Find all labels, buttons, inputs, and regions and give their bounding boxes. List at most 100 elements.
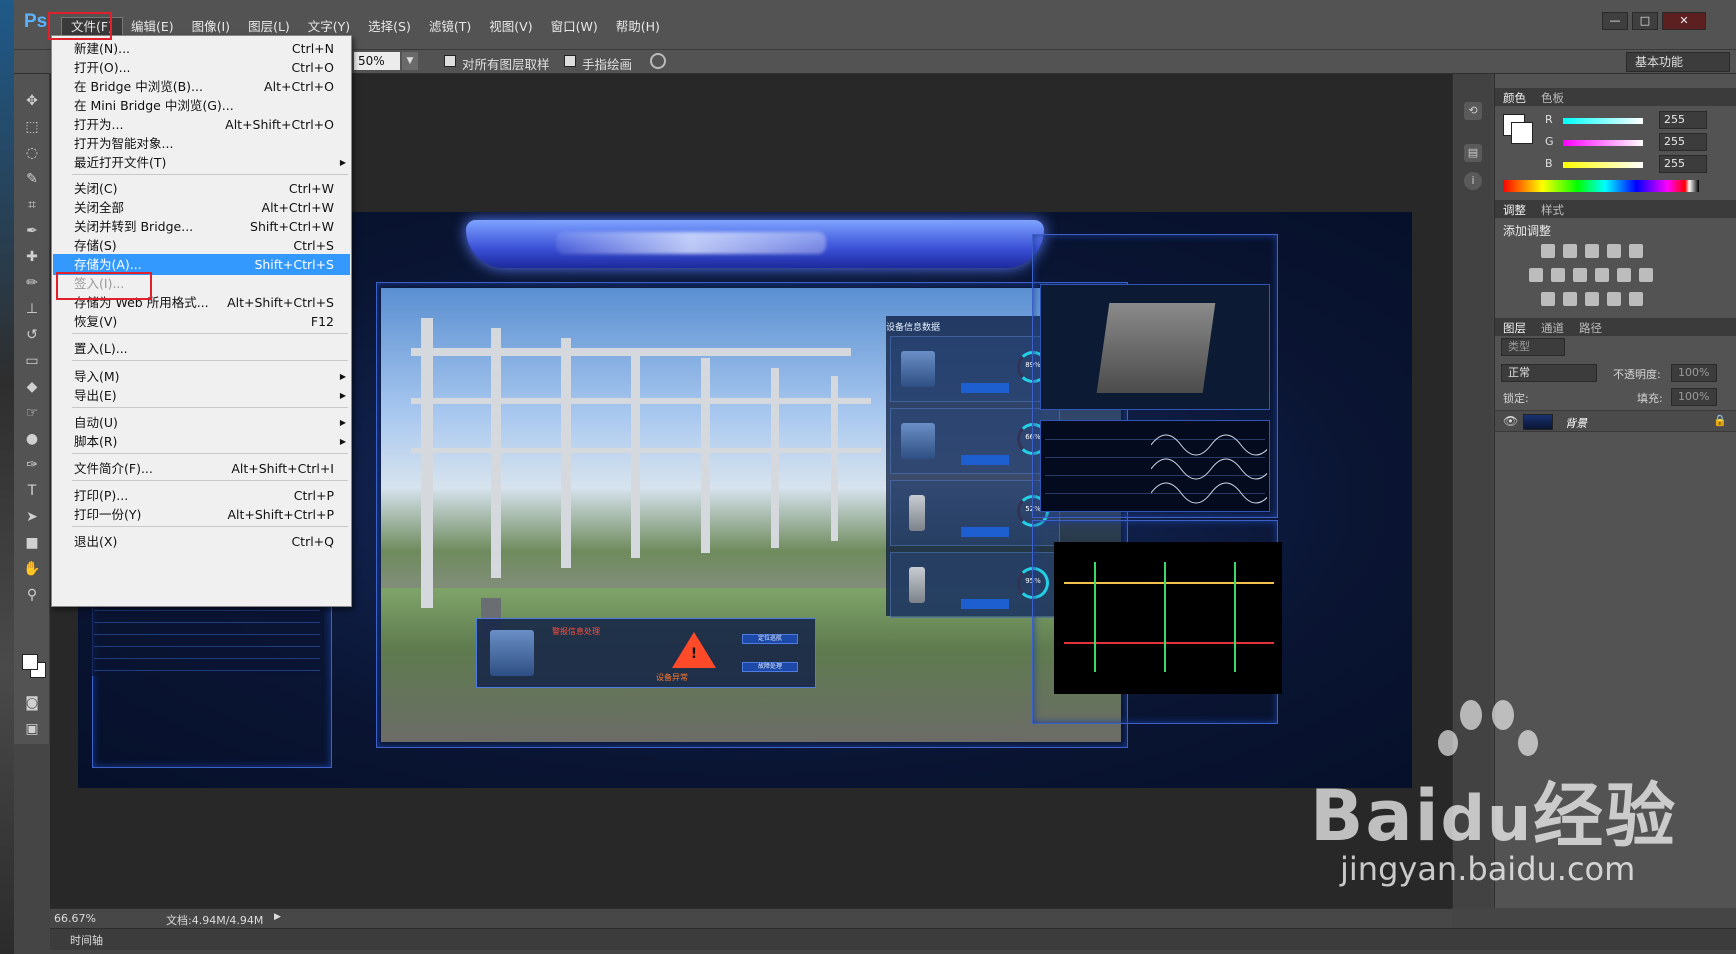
healing-tool-icon[interactable]: ✚	[22, 248, 42, 266]
brightness-icon[interactable]	[1541, 244, 1555, 258]
red-value-input[interactable]: 255	[1659, 111, 1707, 129]
quick-mask-icon[interactable]: ◙	[22, 694, 42, 712]
menu-new[interactable]: 新建(N)... Ctrl+N	[53, 38, 350, 59]
menu-browse-mini-bridge[interactable]: 在 Mini Bridge 中浏览(G)...	[53, 95, 350, 116]
color-spectrum[interactable]	[1503, 180, 1699, 192]
info-panel-icon[interactable]: i	[1464, 172, 1482, 190]
menu-window[interactable]: 窗口(W)	[542, 18, 607, 36]
black-white-icon[interactable]	[1573, 268, 1587, 282]
channel-mixer-icon[interactable]	[1617, 268, 1631, 282]
timeline-label[interactable]: 时间轴	[70, 932, 103, 948]
menu-place[interactable]: 置入(L)...	[53, 338, 350, 359]
menu-edit[interactable]: 编辑(E)	[122, 18, 183, 36]
menu-open-smart-object[interactable]: 打开为智能对象...	[53, 133, 350, 154]
menu-open-as[interactable]: 打开为... Alt+Shift+Ctrl+O	[53, 114, 350, 135]
workspace-select[interactable]: 基本功能	[1626, 52, 1730, 72]
color-balance-icon[interactable]	[1551, 268, 1565, 282]
menu-close[interactable]: 关闭(C) Ctrl+W	[53, 178, 350, 199]
smudge-tool-icon[interactable]: ☞	[22, 404, 42, 422]
finger-paint-checkbox[interactable]	[564, 55, 576, 67]
menu-file-info[interactable]: 文件简介(F)... Alt+Shift+Ctrl+I	[53, 458, 350, 479]
menu-import[interactable]: 导入(M) ▶	[53, 366, 350, 387]
zoom-tool-icon[interactable]: ⚲	[22, 586, 42, 604]
device-locate-button[interactable]	[961, 383, 1009, 393]
shape-tool-icon[interactable]: ■	[22, 534, 42, 552]
hue-saturation-icon[interactable]	[1529, 268, 1543, 282]
menu-type[interactable]: 文字(Y)	[299, 18, 359, 36]
menu-browse-bridge[interactable]: 在 Bridge 中浏览(B)... Alt+Ctrl+O	[53, 76, 350, 97]
quick-select-tool-icon[interactable]: ✎	[22, 170, 42, 188]
zoom-dropdown-icon[interactable]: ▼	[402, 52, 418, 70]
posterize-icon[interactable]	[1563, 292, 1577, 306]
menu-view[interactable]: 视图(V)	[480, 18, 541, 36]
slider-green[interactable]: G 255	[1503, 132, 1731, 152]
device-locate-button[interactable]	[961, 527, 1009, 537]
sample-all-layers-checkbox[interactable]	[444, 55, 456, 67]
menu-export[interactable]: 导出(E) ▶	[53, 385, 350, 406]
menu-print[interactable]: 打印(P)... Ctrl+P	[53, 485, 350, 506]
opacity-input[interactable]: 100%	[1671, 364, 1717, 382]
hand-tool-icon[interactable]: ✋	[22, 560, 42, 578]
blue-value-input[interactable]: 255	[1659, 155, 1707, 173]
vibrance-icon[interactable]	[1629, 244, 1643, 258]
tab-color[interactable]: 颜色	[1503, 90, 1526, 106]
menu-scripts[interactable]: 脚本(R) ▶	[53, 431, 350, 452]
menu-automate[interactable]: 自动(U) ▶	[53, 412, 350, 433]
crop-tool-icon[interactable]: ⌗	[22, 196, 42, 214]
menu-close-all[interactable]: 关闭全部 Alt+Ctrl+W	[53, 197, 350, 218]
menu-exit[interactable]: 退出(X) Ctrl+Q	[53, 531, 350, 552]
layer-filter-select[interactable]: 类型	[1501, 338, 1565, 356]
selective-color-icon[interactable]	[1607, 292, 1621, 306]
minimize-button[interactable]: —	[1602, 12, 1628, 30]
menu-help[interactable]: 帮助(H)	[607, 18, 669, 36]
menu-filter[interactable]: 滤镜(T)	[420, 18, 480, 36]
layer-row-background[interactable]: 👁 背景 🔒	[1495, 410, 1736, 432]
menu-image[interactable]: 图像(I)	[183, 18, 239, 36]
stamp-tool-icon[interactable]: ⊥	[22, 300, 42, 318]
menu-revert[interactable]: 恢复(V) F12	[53, 311, 350, 332]
maximize-button[interactable]: □	[1632, 12, 1658, 30]
close-button[interactable]: ✕	[1662, 12, 1706, 30]
invert-icon[interactable]	[1541, 292, 1555, 306]
history-brush-tool-icon[interactable]: ↺	[22, 326, 42, 344]
menu-close-go-bridge[interactable]: 关闭并转到 Bridge... Shift+Ctrl+W	[53, 216, 350, 237]
foreground-color-swatch[interactable]	[22, 654, 38, 670]
fault-handle-button[interactable]: 故障处理	[742, 662, 798, 672]
path-select-tool-icon[interactable]: ➤	[22, 508, 42, 526]
slider-red[interactable]: R 255	[1503, 110, 1731, 130]
menu-open[interactable]: 打开(O)... Ctrl+O	[53, 57, 350, 78]
green-value-input[interactable]: 255	[1659, 133, 1707, 151]
menu-save[interactable]: 存储(S) Ctrl+S	[53, 235, 350, 256]
canvas-area[interactable]: 设备信息数据 89% 66% 52% 95% 警报信息处理 ! 设备异常 定位巡…	[50, 35, 1452, 908]
curves-icon[interactable]	[1585, 244, 1599, 258]
history-panel-icon[interactable]: ⟲	[1464, 102, 1482, 120]
threshold-icon[interactable]	[1585, 292, 1599, 306]
lasso-tool-icon[interactable]: ◌	[22, 144, 42, 162]
slider-blue[interactable]: B 255	[1503, 154, 1731, 174]
slider-blue-bar[interactable]	[1563, 162, 1643, 168]
tab-adjustments[interactable]: 调整	[1503, 202, 1526, 218]
locate-cruise-button[interactable]: 定位巡航	[742, 634, 798, 644]
screen-mode-icon[interactable]: ▣	[22, 720, 42, 738]
eyedropper-tool-icon[interactable]: ✒	[22, 222, 42, 240]
menu-select[interactable]: 选择(S)	[359, 18, 420, 36]
device-locate-button[interactable]	[961, 599, 1009, 609]
levels-icon[interactable]	[1563, 244, 1577, 258]
gradient-map-icon[interactable]	[1629, 292, 1643, 306]
bucket-tool-icon[interactable]: ◆	[22, 378, 42, 396]
properties-panel-icon[interactable]: ▤	[1464, 144, 1482, 162]
tab-channels[interactable]: 通道	[1541, 320, 1564, 336]
device-locate-button[interactable]	[961, 455, 1009, 465]
photo-filter-icon[interactable]	[1595, 268, 1609, 282]
dodge-tool-icon[interactable]: ●	[22, 430, 42, 448]
pressure-brush-icon[interactable]	[650, 53, 666, 69]
slider-red-bar[interactable]	[1563, 118, 1643, 124]
document-info[interactable]: 文档:4.94M/4.94M	[166, 912, 263, 928]
menu-layer[interactable]: 图层(L)	[239, 18, 299, 36]
zoom-status[interactable]: 66.67%	[54, 912, 96, 925]
visibility-eye-icon[interactable]: 👁	[1503, 414, 1518, 428]
blend-mode-select[interactable]: 正常	[1501, 364, 1597, 382]
tab-layers[interactable]: 图层	[1503, 320, 1526, 336]
marquee-tool-icon[interactable]: ⬚	[22, 118, 42, 136]
status-arrow-icon[interactable]: ▶	[274, 912, 281, 922]
